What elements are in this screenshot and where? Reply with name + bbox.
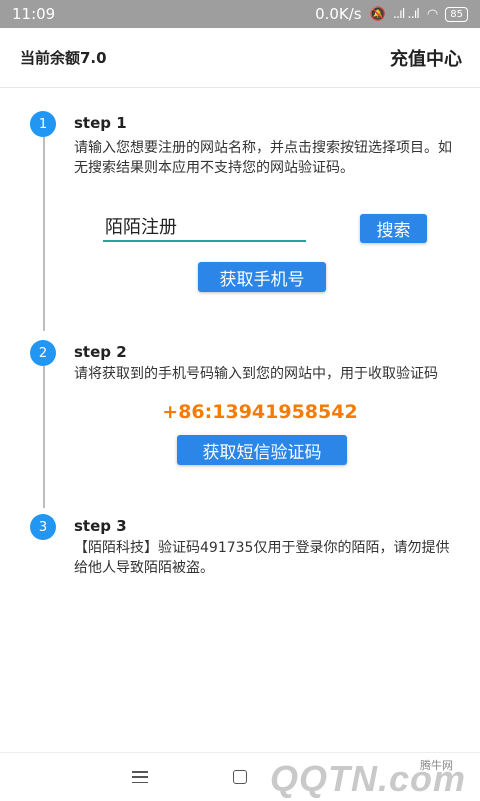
- step-3-sms-content: 【陌陌科技】验证码491735仅用于登录你的陌陌，请勿提供给他人导致陌陌被盗。: [74, 540, 450, 576]
- step-3-badge: 3: [30, 514, 56, 540]
- step-2-badge: 2: [30, 340, 56, 366]
- step-2-description: 请将获取到的手机号码输入到您的网站中，用于收取验证码: [74, 366, 438, 382]
- search-button[interactable]: 搜索: [360, 214, 427, 243]
- phone-number: +86:13941958542: [162, 401, 358, 423]
- get-sms-code-button[interactable]: 获取短信验证码: [177, 435, 347, 465]
- timeline-line-1: [43, 136, 45, 331]
- step-2-title: step 2: [74, 343, 127, 361]
- step-1-title: step 1: [74, 114, 127, 132]
- step-1-description: 请输入您想要注册的网站名称，并点击搜索按钮选择项目。如无搜索结果则本应用不支持您…: [74, 140, 452, 176]
- timeline-line-2: [43, 366, 45, 508]
- menu-icon[interactable]: [132, 771, 148, 783]
- recharge-center-link[interactable]: 充值中心: [390, 45, 462, 71]
- app-header: 当前余额7.0 充值中心: [0, 28, 480, 88]
- status-time: 11:09: [12, 5, 56, 23]
- get-phone-button[interactable]: 获取手机号: [198, 262, 326, 292]
- step-1-badge: 1: [30, 111, 56, 137]
- status-bar: 11:09 0.0K/s 🔕 ..ıl ..ıl ◠ 85: [0, 0, 480, 28]
- mute-icon: 🔕: [369, 6, 386, 22]
- battery-icon: 85: [445, 6, 468, 22]
- home-icon[interactable]: [233, 770, 247, 784]
- balance-label: 当前余额7.0: [20, 49, 107, 67]
- status-icons: 0.0K/s 🔕 ..ıl ..ıl ◠ 85: [315, 5, 468, 23]
- step-3-title: step 3: [74, 517, 127, 535]
- wifi-icon: ◠: [426, 6, 438, 22]
- network-speed: 0.0K/s: [315, 5, 362, 23]
- website-search-input[interactable]: [103, 212, 306, 242]
- signal-icon: ..ıl ..ıl: [392, 6, 420, 22]
- watermark-brand: 腾牛网: [420, 759, 453, 772]
